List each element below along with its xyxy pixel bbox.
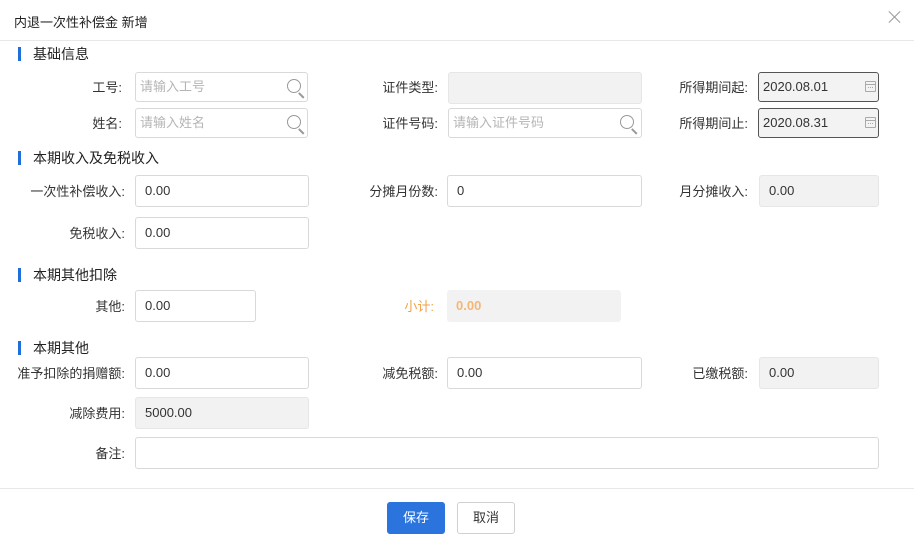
search-icon[interactable] [619,114,639,135]
dialog-title: 内退一次性补偿金 新增 [14,15,148,30]
header-divider [0,40,914,41]
period-start-value: 2020.08.01 [763,79,829,94]
lump-sum-label: 一次性补偿收入: [30,184,125,199]
period-start-date[interactable]: 2020.08.01 [758,72,879,102]
footer-divider [0,488,914,489]
period-end-label: 所得期间止: [679,116,748,131]
subtotal-field: 0.00 [447,290,621,322]
other-deduct-input[interactable]: 0.00 [135,290,256,322]
deduct-fee-label: 减除费用: [69,406,125,421]
section-bar [18,151,21,165]
period-end-date[interactable]: 2020.08.31 [758,108,879,138]
close-icon[interactable] [886,8,904,26]
remark-input[interactable] [135,437,879,469]
paid-tax-field: 0.00 [759,357,879,389]
id-no-label: 证件号码: [382,116,438,131]
months-input[interactable]: 0 [447,175,642,207]
id-type-field [448,72,642,104]
tax-reduction-input[interactable]: 0.00 [447,357,642,389]
paid-tax-label: 已缴税额: [692,366,748,381]
period-start-label: 所得期间起: [679,80,748,95]
cancel-button[interactable]: 取消 [457,502,515,534]
remark-label: 备注: [95,446,125,461]
subtotal-label: 小计: [404,299,434,314]
calendar-icon[interactable] [865,81,876,92]
taxfree-income-input[interactable]: 0.00 [135,217,309,249]
section-income: 本期收入及免税收入 [18,149,159,167]
section-bar [18,341,21,355]
monthly-income-field: 0.00 [759,175,879,207]
donation-input[interactable]: 0.00 [135,357,309,389]
id-no-input[interactable]: 请输入证件号码 [448,108,642,138]
section-title: 本期其他扣除 [33,267,117,283]
deduct-fee-field: 5000.00 [135,397,309,429]
taxfree-income-label: 免税收入: [69,226,125,241]
search-icon[interactable] [286,114,306,135]
section-title: 本期收入及免税收入 [33,150,159,166]
section-title: 基础信息 [33,46,89,62]
tax-reduction-label: 减免税额: [382,366,438,381]
name-label: 姓名: [92,116,122,131]
section-basic-info: 基础信息 [18,45,89,63]
emp-no-input[interactable]: 请输入工号 [135,72,308,102]
name-input[interactable]: 请输入姓名 [135,108,308,138]
section-title: 本期其他 [33,340,89,356]
months-label: 分摊月份数: [369,184,438,199]
donation-label: 准予扣除的捐赠额: [17,366,125,381]
other-deduct-label: 其他: [95,299,125,314]
section-bar [18,47,21,61]
calendar-icon[interactable] [865,117,876,128]
id-type-label: 证件类型: [382,80,438,95]
lump-sum-input[interactable]: 0.00 [135,175,309,207]
section-deduction: 本期其他扣除 [18,266,117,284]
save-button[interactable]: 保存 [387,502,445,534]
search-icon[interactable] [286,78,306,99]
section-bar [18,268,21,282]
period-end-value: 2020.08.31 [763,115,829,130]
section-other: 本期其他 [18,339,89,357]
monthly-income-label: 月分摊收入: [679,184,748,199]
emp-no-label: 工号: [92,80,122,95]
